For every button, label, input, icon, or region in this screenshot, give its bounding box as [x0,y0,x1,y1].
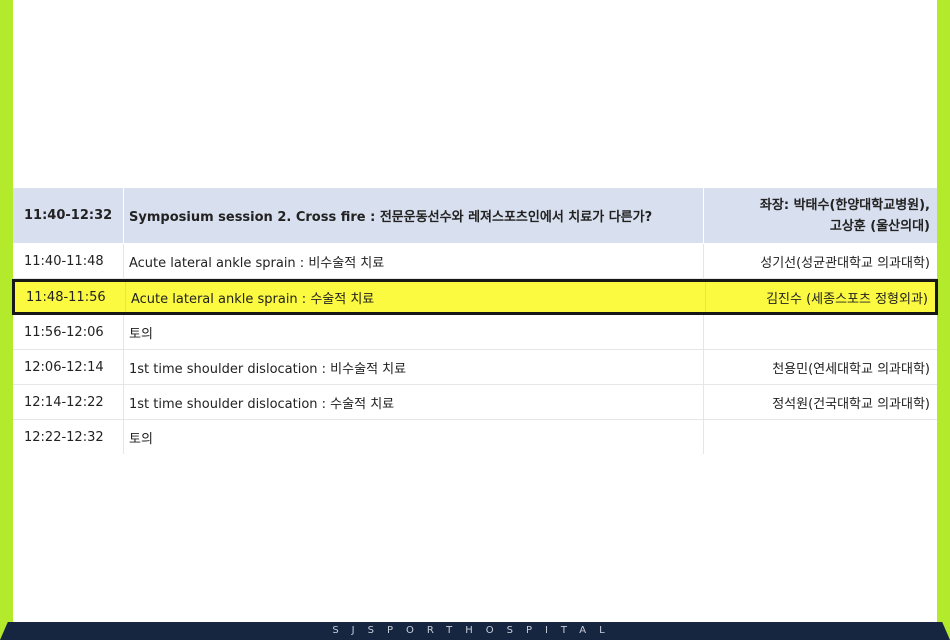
row-speaker: 성기선(성균관대학교 의과대학) [760,255,930,271]
row-time: 12:22-12:32 [24,429,104,445]
session-chairs: 좌장: 박태수(한양대학교병원), 고상훈 (울산의대) [703,195,937,237]
chair-line-2: 고상훈 (울산의대) [829,218,930,234]
session-title: Symposium session 2. Cross fire : 전문운동선수… [129,210,653,225]
row-title: 1st time shoulder dislocation : 수술적 치료 [129,396,395,412]
row-time: 12:06-12:14 [24,359,104,375]
footer-brand: SJSPORTHOSPITAL [332,625,618,636]
row-time: 11:40-11:48 [24,253,104,269]
row-time: 11:56-12:06 [24,324,104,340]
chair-line-1: 좌장: 박태수(한양대학교병원), [759,197,930,213]
table-row: 12:22-12:32 토의 [13,420,937,454]
footer-corner-left [0,610,13,640]
row-time: 12:14-12:22 [24,394,104,410]
session-time: 11:40-12:32 [24,208,113,223]
table-row: 11:40-11:48 Acute lateral ankle sprain :… [13,244,937,279]
table-row: 12:14-12:22 1st time shoulder dislocatio… [13,385,937,420]
row-speaker: 정석원(건국대학교 의과대학) [772,396,930,412]
row-title: 1st time shoulder dislocation : 비수술적 치료 [129,361,407,377]
table-row-highlighted: 11:48-11:56 Acute lateral ankle sprain :… [12,279,938,315]
footer-corner-right [937,610,950,640]
row-title: 토의 [129,326,153,342]
row-title: Acute lateral ankle sprain : 수술적 치료 [131,291,375,307]
row-title: Acute lateral ankle sprain : 비수술적 치료 [129,255,385,271]
row-speaker: 김진수 (세종스포츠 정형외과) [766,291,928,307]
table-row: 12:06-12:14 1st time shoulder dislocatio… [13,350,937,385]
row-speaker: 천용민(연세대학교 의과대학) [772,361,930,377]
schedule-table: 11:40-12:32 Symposium session 2. Cross f… [12,188,938,454]
session-header-row: 11:40-12:32 Symposium session 2. Cross f… [13,188,937,244]
table-row: 11:56-12:06 토의 [13,315,937,350]
row-time: 11:48-11:56 [26,289,106,305]
row-title: 토의 [129,431,153,447]
